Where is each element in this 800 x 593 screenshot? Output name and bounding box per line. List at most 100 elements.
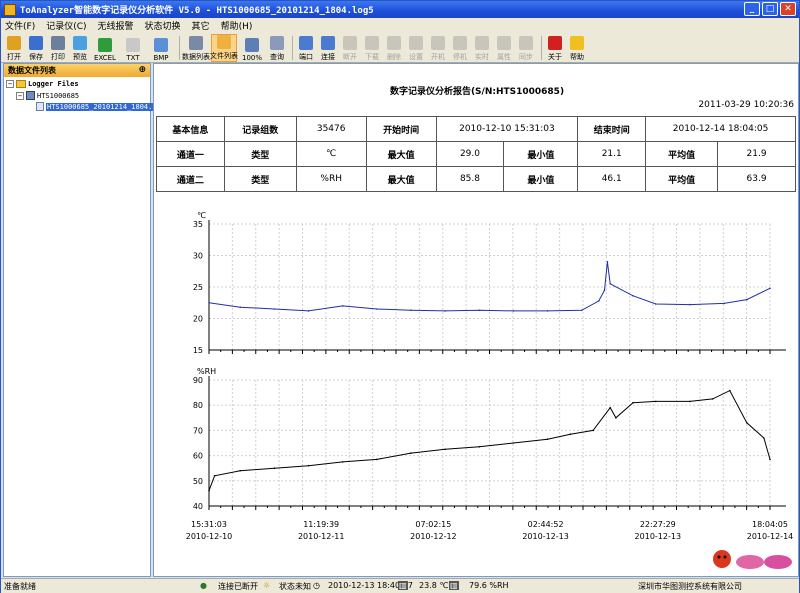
toolbar-button-10[interactable]: 查询 — [267, 34, 287, 62]
menu-file[interactable]: 文件(F) — [5, 19, 35, 32]
data-point — [213, 475, 216, 477]
data-point — [239, 306, 241, 308]
y-tick-label: 15 — [193, 346, 203, 355]
collapse-icon[interactable]: − — [16, 91, 24, 100]
data-point — [478, 309, 481, 312]
toolbar-label: 开机 — [431, 53, 445, 61]
toolbar-button-2[interactable]: 打印 — [48, 34, 68, 62]
toolbar-button-4[interactable]: EXCEL — [92, 34, 118, 62]
tree-device[interactable]: − HTS1000685 — [16, 91, 79, 100]
table-cell: %RH — [295, 166, 367, 192]
toolbar-icon — [126, 38, 140, 52]
tree-device-label: HTS1000685 — [37, 91, 80, 100]
mascot-logo — [713, 550, 792, 569]
report-view: 数字记录仪分析报告(S/N:HTS1000685) 2011-03-29 10:… — [153, 63, 799, 577]
data-point — [512, 310, 515, 312]
toolbar-icon — [217, 35, 231, 49]
table-cell: 2010-12-10 15:31:03 — [435, 116, 579, 142]
toolbar-label: 打印 — [51, 53, 65, 61]
tree-root[interactable]: − Logger Files — [6, 80, 79, 88]
toolbar-icon — [519, 36, 533, 50]
toolbar-button-11[interactable]: 端口 — [296, 34, 316, 62]
menu-wireless-alarm[interactable]: 无线报警 — [98, 19, 134, 32]
data-point — [239, 469, 241, 472]
status-bar: 准备就绪 ● 连接已断开 ☼ 状态未知 ◷ 2010-12-13 18:40:5… — [1, 578, 799, 593]
close-button[interactable]: ✕ — [780, 2, 796, 16]
toolbar-separator — [541, 36, 542, 60]
menu-other[interactable]: 其它 — [192, 19, 210, 32]
file-icon — [36, 102, 44, 111]
panel-header: 数据文件列表 ⊕ — [4, 64, 150, 77]
menu-help[interactable]: 帮助(H) — [221, 19, 253, 32]
toolbar-icon — [299, 36, 313, 50]
app-window: ToAnalyzer智能数字记录仪分析软件 V5.0 - HTS1000685_… — [0, 0, 800, 593]
file-list-panel: 数据文件列表 ⊕ − Logger Files − HTS1000685 HTS… — [3, 63, 171, 577]
status-temp: 23.8 ℃ — [419, 581, 449, 590]
table-cell: 平均值 — [645, 141, 719, 167]
title-bar: ToAnalyzer智能数字记录仪分析软件 V5.0 - HTS1000685_… — [1, 1, 799, 18]
menu-state-switch[interactable]: 状态切换 — [145, 19, 181, 32]
toolbar-button-3[interactable]: 预览 — [70, 34, 90, 62]
x-tick-label: 22:27:29 — [640, 520, 676, 529]
toolbar-button-17: 开机 — [428, 34, 448, 62]
data-point — [769, 287, 771, 290]
toolbar-button-6[interactable]: BMP — [148, 34, 174, 62]
panel-title: 数据文件列表 — [8, 66, 56, 75]
toolbar-button-0[interactable]: 打开 — [4, 34, 24, 62]
y-tick-label: 50 — [193, 477, 203, 486]
data-point — [746, 422, 748, 424]
data-point — [376, 308, 378, 310]
toolbar-button-12[interactable]: 连接 — [318, 34, 338, 62]
toolbar-button-23[interactable]: 帮助 — [567, 34, 587, 62]
globe-icon: ● — [200, 581, 207, 590]
table-cell: 63.9 — [717, 166, 796, 192]
report-table: 基本信息 记录组数 35476 开始时间 2010-12-10 15:31:03… — [156, 116, 796, 192]
toolbar-label: 设置 — [409, 53, 423, 61]
table-cell: 29.0 — [435, 141, 505, 167]
minimize-button[interactable]: _ — [744, 2, 760, 16]
data-point — [746, 298, 748, 301]
y-axis-label: %RH — [197, 367, 216, 376]
maximize-button[interactable]: □ — [762, 2, 778, 16]
table-cell: 通道一 — [156, 141, 225, 167]
y-tick-label: 60 — [193, 452, 203, 461]
toolbar-button-8[interactable]: 文件列表 — [210, 34, 238, 62]
chart-area: 15 20 25 30 35℃ 40 50 60 70 80 90%RH 15:31:03 2010-1… — [186, 211, 794, 541]
x-tick-label: 2010-12-13 — [522, 532, 569, 541]
toolbar-button-1[interactable]: 保存 — [26, 34, 46, 62]
pin-icon[interactable]: ⊕ — [138, 65, 146, 75]
data-point — [606, 261, 609, 263]
toolbar: 打开 保存 打印 预览 EXCEL TXT BMP 数据列表 文件列表 100% 查询 端口 连接 断开下… — [1, 33, 799, 63]
data-point — [723, 302, 725, 305]
toolbar-label: 属性 — [497, 53, 511, 61]
report-title: 数字记录仪分析报告(S/N:HTS1000685) — [389, 87, 565, 97]
table-cell: 开始时间 — [365, 116, 437, 142]
toolbar-icon — [7, 36, 21, 50]
toolbar-icon — [453, 36, 467, 50]
toolbar-button-7[interactable]: 数据列表 — [182, 34, 210, 62]
y-tick-label: 25 — [193, 283, 203, 292]
clock-icon: ◷ — [313, 581, 320, 590]
table-cell: 结束时间 — [577, 116, 647, 142]
x-tick-label: 18:04:05 — [752, 520, 788, 529]
toolbar-button-22[interactable]: 关于 — [545, 34, 565, 62]
data-point — [444, 448, 446, 451]
sun-icon: ☼ — [263, 581, 271, 590]
data-point — [655, 400, 657, 403]
collapse-icon[interactable]: − — [6, 80, 14, 88]
y-tick-label: 40 — [193, 502, 203, 511]
table-cell: 基本信息 — [156, 116, 225, 142]
table-cell: 类型 — [223, 141, 297, 167]
data-point — [711, 398, 714, 400]
data-point — [632, 295, 634, 297]
menu-logger[interactable]: 记录仪(C) — [46, 19, 86, 32]
toolbar-label: 帮助 — [570, 53, 584, 61]
toolbar-label: 预览 — [73, 53, 87, 61]
table-row: 基本信息 记录组数 35476 开始时间 2010-12-10 15:31:03… — [156, 116, 796, 142]
toolbar-button-5[interactable]: TXT — [120, 34, 146, 62]
data-point — [632, 401, 634, 404]
toolbar-button-9[interactable]: 100% — [239, 34, 265, 62]
data-point — [341, 461, 344, 463]
toolbar-label: 100% — [241, 54, 262, 62]
tree-file[interactable]: HTS1000685_20101214_1804.log5 — [36, 102, 171, 111]
